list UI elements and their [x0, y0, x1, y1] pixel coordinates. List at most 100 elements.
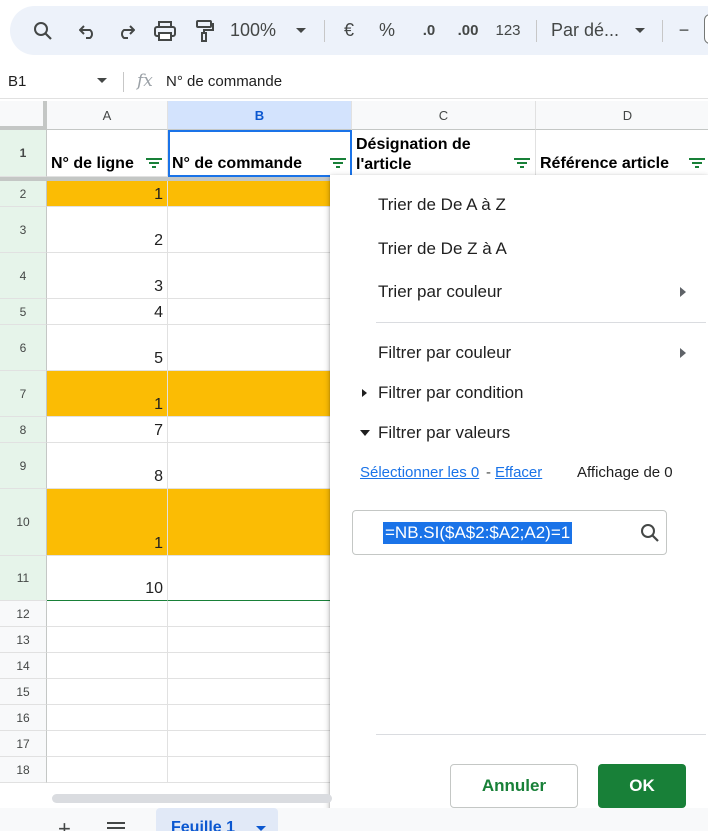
increase-decimals-button[interactable]: .00 — [453, 6, 483, 55]
table-cell[interactable] — [168, 705, 352, 731]
row-header-1[interactable]: 1 — [0, 130, 47, 177]
undo-icon[interactable] — [73, 6, 103, 55]
formula-input[interactable]: N° de commande — [166, 73, 282, 90]
table-cell[interactable]: 5 — [47, 325, 168, 371]
table-cell[interactable] — [47, 757, 168, 783]
add-sheet-button[interactable]: + — [58, 816, 71, 831]
sort-a-z-item[interactable]: Trier de De A à Z — [378, 195, 506, 215]
filter-icon[interactable] — [146, 158, 162, 168]
filter-icon[interactable] — [689, 158, 705, 168]
expand-right-icon[interactable] — [362, 389, 367, 397]
sheet-tab[interactable]: Feuille 1 — [156, 808, 278, 831]
paint-format-icon[interactable] — [190, 6, 220, 55]
font-select[interactable]: Par dé... — [551, 6, 631, 55]
table-cell[interactable]: 1 — [47, 181, 168, 207]
table-cell[interactable] — [47, 731, 168, 757]
select-all-link[interactable]: Sélectionner les 0 — [360, 464, 479, 481]
table-cell[interactable]: 2 — [47, 207, 168, 253]
header-cell-b[interactable]: N° de commande — [168, 130, 352, 177]
table-cell[interactable] — [47, 601, 168, 627]
font-size-input[interactable] — [704, 14, 708, 44]
table-cell[interactable] — [168, 731, 352, 757]
header-cell-d[interactable]: Référence article — [536, 130, 708, 177]
row-header[interactable]: 11 — [0, 556, 47, 601]
ok-button[interactable]: OK — [598, 764, 686, 808]
row-header[interactable]: 16 — [0, 705, 47, 731]
chevron-down-icon[interactable] — [97, 78, 107, 83]
row-header[interactable]: 6 — [0, 325, 47, 371]
table-cell[interactable] — [47, 705, 168, 731]
chevron-down-icon[interactable] — [294, 6, 308, 55]
chevron-down-icon[interactable] — [256, 826, 266, 831]
row-header[interactable]: 3 — [0, 207, 47, 253]
row-header[interactable]: 4 — [0, 253, 47, 299]
sort-z-a-item[interactable]: Trier de De Z à A — [378, 239, 507, 259]
chevron-down-icon[interactable] — [633, 6, 647, 55]
table-cell[interactable] — [168, 627, 352, 653]
table-cell[interactable] — [47, 679, 168, 705]
clear-link[interactable]: Effacer — [495, 464, 542, 481]
table-cell[interactable] — [168, 757, 352, 783]
table-cell[interactable]: 8 — [47, 443, 168, 489]
column-header-d[interactable]: D — [536, 101, 708, 130]
row-header[interactable]: 2 — [0, 181, 47, 207]
row-header[interactable]: 17 — [0, 731, 47, 757]
row-header[interactable]: 18 — [0, 757, 47, 783]
expand-down-icon[interactable] — [360, 430, 370, 436]
redo-icon[interactable] — [111, 6, 141, 55]
row-header[interactable]: 13 — [0, 627, 47, 653]
table-cell[interactable] — [168, 601, 352, 627]
decrease-font-size-button[interactable]: − — [674, 6, 694, 55]
filter-icon[interactable] — [514, 158, 530, 168]
row-header[interactable]: 10 — [0, 489, 47, 556]
table-cell[interactable]: 10 — [168, 556, 352, 601]
more-formats-button[interactable]: 123 — [494, 6, 522, 55]
cancel-button[interactable]: Annuler — [450, 764, 578, 808]
table-cell[interactable] — [168, 653, 352, 679]
table-cell[interactable]: 10 — [168, 443, 352, 489]
table-cell[interactable]: 10 — [168, 299, 352, 325]
table-cell[interactable] — [47, 653, 168, 679]
table-cell[interactable]: 3 — [47, 253, 168, 299]
table-cell[interactable]: 4 — [47, 299, 168, 325]
sort-by-color-item[interactable]: Trier par couleur — [378, 282, 502, 302]
table-cell[interactable]: 10 — [168, 253, 352, 299]
horizontal-scrollbar[interactable] — [52, 794, 332, 803]
table-cell[interactable]: 1 — [47, 371, 168, 417]
decrease-decimals-button[interactable]: .0 — [414, 6, 444, 55]
row-header[interactable]: 5 — [0, 299, 47, 325]
column-header-c[interactable]: C — [352, 101, 536, 130]
column-header-a[interactable]: A — [47, 101, 168, 130]
row-header[interactable]: 14 — [0, 653, 47, 679]
header-cell-a[interactable]: N° de ligne — [47, 130, 168, 177]
table-cell[interactable] — [168, 679, 352, 705]
table-cell[interactable]: 10 — [168, 181, 352, 207]
percent-format-button[interactable]: % — [376, 6, 398, 55]
currency-format-button[interactable]: € — [338, 6, 360, 55]
table-cell[interactable]: 10 — [168, 417, 352, 443]
table-cell[interactable]: 10 — [47, 556, 168, 601]
row-header[interactable]: 8 — [0, 417, 47, 443]
all-sheets-icon[interactable] — [107, 822, 125, 831]
filter-by-condition-item[interactable]: Filtrer par condition — [378, 383, 524, 403]
table-cell[interactable]: 1 — [47, 489, 168, 556]
value-search-input[interactable]: =NB.SI($A$2:$A2;A2)=1 — [352, 510, 667, 555]
row-header[interactable]: 12 — [0, 601, 47, 627]
filter-by-color-item[interactable]: Filtrer par couleur — [378, 343, 511, 363]
table-cell[interactable]: 10 — [168, 371, 352, 417]
table-cell[interactable] — [47, 627, 168, 653]
header-cell-c[interactable]: Désignation de l'article — [352, 130, 536, 177]
search-menus-icon[interactable] — [28, 6, 58, 55]
row-header[interactable]: 7 — [0, 371, 47, 417]
table-cell[interactable]: 10 — [168, 207, 352, 253]
table-cell[interactable]: 10 — [168, 325, 352, 371]
name-box[interactable]: B1 — [8, 73, 26, 90]
select-all-corner[interactable] — [0, 101, 47, 130]
filter-by-values-item[interactable]: Filtrer par valeurs — [378, 423, 510, 443]
column-header-b[interactable]: B — [168, 101, 352, 130]
filter-icon[interactable] — [330, 158, 346, 168]
table-cell[interactable]: 10 — [168, 489, 352, 556]
print-icon[interactable] — [150, 6, 180, 55]
table-cell[interactable]: 7 — [47, 417, 168, 443]
row-header[interactable]: 9 — [0, 443, 47, 489]
